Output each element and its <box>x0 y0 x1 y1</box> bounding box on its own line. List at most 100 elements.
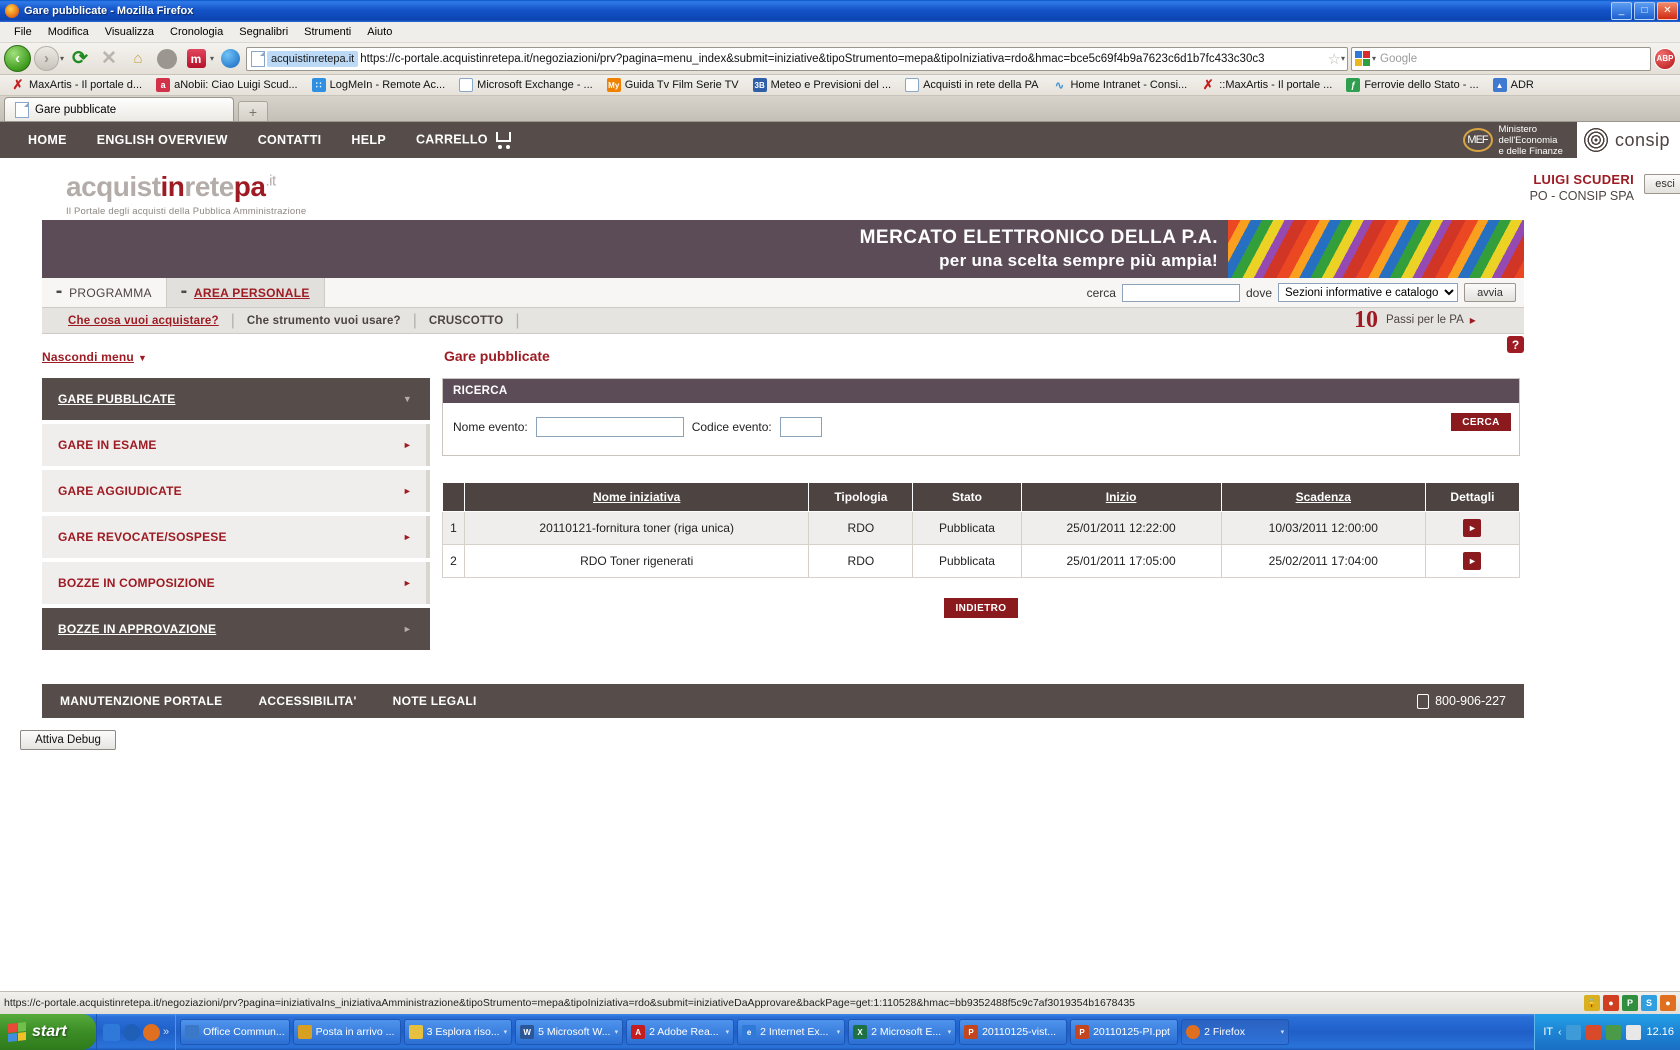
quicklaunch-overflow-icon[interactable]: » <box>163 1026 169 1038</box>
bookmark-item[interactable]: Acquisti in rete della PA <box>898 78 1045 92</box>
site-logo[interactable]: acquistinretepa.it Il Portale degli acqu… <box>66 171 306 217</box>
reload-icon[interactable]: ⟳ <box>67 46 93 72</box>
task-button[interactable]: W5 Microsoft W... ▾ <box>515 1019 624 1045</box>
chevron-down-icon[interactable]: ▼ <box>138 353 147 363</box>
chevron-down-icon[interactable]: ▾ <box>948 1028 952 1036</box>
maximize-button[interactable]: □ <box>1634 2 1655 20</box>
history-dropdown-icon[interactable]: ▾ <box>60 54 64 63</box>
chevron-down-icon[interactable]: ▾ <box>726 1028 730 1036</box>
volume-icon[interactable] <box>1626 1024 1642 1040</box>
menu-visualizza[interactable]: Visualizza <box>97 24 162 40</box>
hide-menu-link[interactable]: Nascondi menu <box>42 350 134 364</box>
bookmark-item[interactable]: My Guida Tv Film Serie TV <box>600 78 746 92</box>
indietro-button[interactable]: INDIETRO <box>944 598 1018 618</box>
column-nome-iniziativa[interactable]: Nome iniziativa <box>464 482 810 512</box>
opera-quicklaunch-icon[interactable] <box>123 1023 140 1041</box>
m-dropdown-icon[interactable]: ▾ <box>210 54 214 63</box>
menu-file[interactable]: File <box>6 24 40 40</box>
language-indicator[interactable]: IT <box>1543 1026 1553 1038</box>
task-button[interactable]: e2 Internet Ex... ▾ <box>737 1019 846 1045</box>
bookmark-item[interactable]: ✗ MaxArtis - Il portale d... <box>4 77 149 92</box>
sidebar-item-gare-in-esame[interactable]: GARE IN ESAME ► <box>42 424 430 466</box>
url-text[interactable]: https://c-portale.acquistinretepa.it/neg… <box>360 53 1325 65</box>
dettagli-button[interactable]: ► <box>1463 519 1482 537</box>
browser-tab-gare-pubblicate[interactable]: Gare pubblicate <box>4 97 234 121</box>
bookmark-item[interactable]: a aNobii: Ciao Luigi Scud... <box>149 78 305 92</box>
back-icon[interactable]: ‹ <box>4 45 31 72</box>
menu-strumenti[interactable]: Strumenti <box>296 24 359 40</box>
p-addon-icon[interactable]: P <box>1622 995 1638 1011</box>
chevron-down-icon[interactable]: ▾ <box>837 1028 841 1036</box>
bookmark-item[interactable]: ✗::MaxArtis - Il portale ... <box>1194 77 1339 92</box>
minimize-button[interactable]: _ <box>1611 2 1632 20</box>
task-button-firefox[interactable]: 2 Firefox ▾ <box>1181 1019 1290 1045</box>
subnav-che-strumento-usare[interactable]: Che strumento vuoi usare? <box>235 315 413 327</box>
subnav-cruscotto[interactable]: CRUSCOTTO <box>417 315 515 327</box>
footer-link-note-legali[interactable]: NOTE LEGALI <box>375 694 495 708</box>
lock-icon[interactable]: 🔒 <box>1584 995 1600 1011</box>
dettagli-button[interactable]: ► <box>1463 552 1482 570</box>
start-button[interactable]: start <box>0 1014 96 1050</box>
column-inizio[interactable]: Inizio <box>1020 482 1222 512</box>
logout-button[interactable]: esci <box>1644 174 1680 194</box>
task-button[interactable]: A2 Adobe Rea... ▾ <box>626 1019 735 1045</box>
mail-m-icon[interactable]: m <box>183 46 209 72</box>
column-scadenza[interactable]: Scadenza <box>1220 482 1426 512</box>
subnav-che-cosa-acquistare[interactable]: Che cosa vuoi acquistare? <box>56 315 231 327</box>
passi-per-le-pa-banner[interactable]: 10 Passi per le PA ▸ <box>1338 306 1524 334</box>
nome-evento-input[interactable] <box>535 417 684 437</box>
menu-modifica[interactable]: Modifica <box>40 24 97 40</box>
search-scope-select[interactable]: Sezioni informative e catalogo <box>1278 283 1458 302</box>
nav-home[interactable]: HOME <box>28 133 67 147</box>
menu-cronologia[interactable]: Cronologia <box>162 24 231 40</box>
tray-icon-1[interactable] <box>1566 1024 1582 1040</box>
search-bar[interactable]: ▾ Google <box>1351 46 1651 71</box>
bookmark-star-icon[interactable]: ☆ <box>1328 50 1341 68</box>
tab-programma[interactable]: ▪▪ PROGRAMMA <box>42 278 166 307</box>
ie-quicklaunch-icon[interactable] <box>103 1023 120 1041</box>
footer-link-manutenzione[interactable]: MANUTENZIONE PORTALE <box>42 694 240 708</box>
tray-icon-3[interactable] <box>1606 1024 1622 1040</box>
task-button[interactable]: Office Commun... <box>180 1019 290 1045</box>
clock[interactable]: 12.16 <box>1646 1026 1674 1038</box>
bookmark-item[interactable]: ∷ LogMeIn - Remote Ac... <box>305 78 453 92</box>
search-engine-dropdown-icon[interactable]: ▾ <box>1372 54 1376 63</box>
skype-icon[interactable]: S <box>1641 995 1657 1011</box>
task-button[interactable]: 3 Esplora riso... ▾ <box>403 1019 513 1045</box>
bookmark-item[interactable]: ƒ Ferrovie dello Stato - ... <box>1339 78 1485 92</box>
chat-icon[interactable] <box>154 46 180 72</box>
task-button[interactable]: Posta in arrivo ... <box>292 1019 401 1045</box>
close-button[interactable]: ✕ <box>1657 2 1678 20</box>
start-search-button[interactable]: avvia <box>1464 283 1516 302</box>
search-input[interactable]: Google <box>1380 53 1417 65</box>
home-icon[interactable]: ⌂ <box>125 46 151 72</box>
bookmark-item[interactable]: Microsoft Exchange - ... <box>452 78 600 92</box>
menu-segnalibri[interactable]: Segnalibri <box>231 24 296 40</box>
tab-area-personale[interactable]: ▪▪ AREA PERSONALE <box>165 278 325 307</box>
footer-link-accessibilita[interactable]: ACCESSIBILITA' <box>240 694 374 708</box>
bookmark-item[interactable]: ▲ ADR <box>1486 78 1541 92</box>
menu-aiuto[interactable]: Aiuto <box>359 24 400 40</box>
help-icon[interactable]: ? <box>1507 336 1524 353</box>
firefox-quicklaunch-icon[interactable] <box>143 1023 160 1041</box>
chevron-down-icon[interactable]: ▾ <box>504 1028 508 1036</box>
new-tab-button[interactable]: + <box>238 101 268 121</box>
sidebar-item-gare-aggiudicate[interactable]: GARE AGGIUDICATE ► <box>42 470 430 512</box>
chevron-down-icon[interactable]: ▾ <box>615 1028 619 1036</box>
stop-icon[interactable]: ✕ <box>96 46 122 72</box>
tray-icon-2[interactable] <box>1586 1024 1602 1040</box>
forward-icon[interactable]: › <box>34 46 59 71</box>
sidebar-item-bozze-in-composizione[interactable]: BOZZE IN COMPOSIZIONE ► <box>42 562 430 604</box>
nav-english-overview[interactable]: ENGLISH OVERVIEW <box>97 133 228 147</box>
opera-blue-icon[interactable] <box>217 46 243 72</box>
nav-carrello[interactable]: CARRELLO <box>416 132 514 149</box>
attiva-debug-button[interactable]: Attiva Debug <box>20 730 116 750</box>
bookmark-item[interactable]: ∿ Home Intranet - Consi... <box>1045 78 1194 92</box>
nav-help[interactable]: HELP <box>351 133 386 147</box>
tray-expand-icon[interactable]: ‹ <box>1558 1027 1561 1038</box>
site-search-input[interactable] <box>1121 283 1240 302</box>
chevron-down-icon[interactable]: ▾ <box>1281 1028 1285 1036</box>
cerca-button[interactable]: CERCA <box>1451 413 1511 431</box>
task-button[interactable]: P 20110125-PI.ppt <box>1070 1019 1179 1045</box>
urlbar-dropdown-icon[interactable]: ▾ <box>1341 54 1345 63</box>
